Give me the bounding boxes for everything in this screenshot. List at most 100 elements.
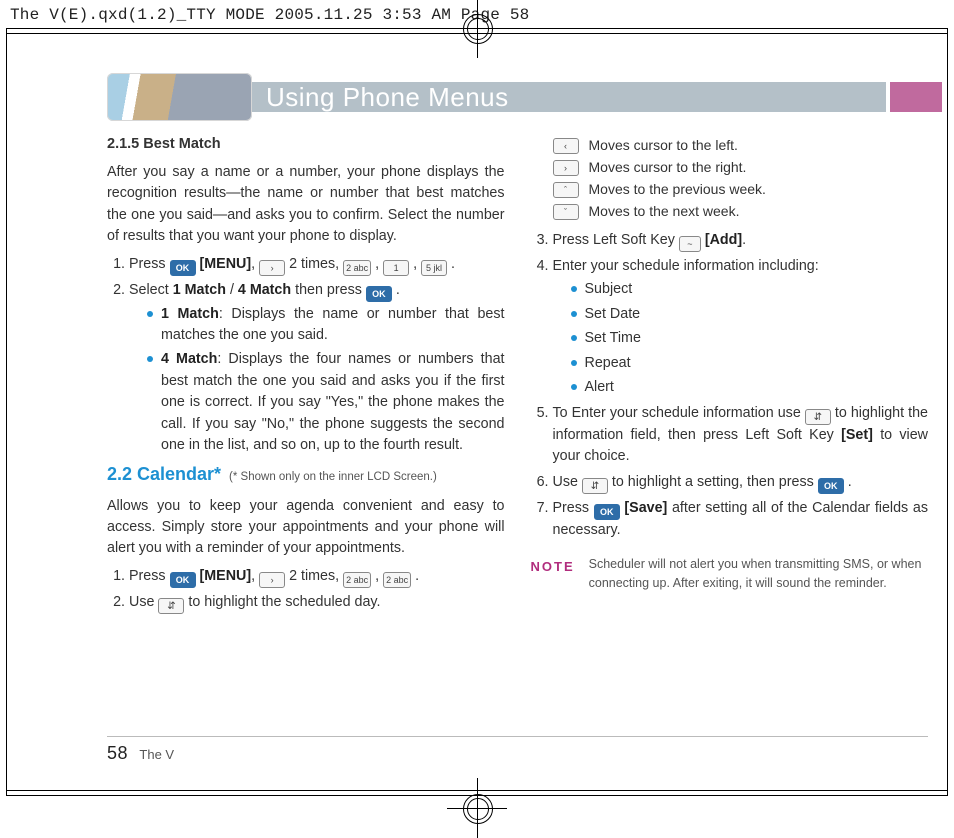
text: , [375, 568, 383, 584]
step-2: Select 1 Match / 4 Match then press OK .… [129, 280, 505, 457]
one-match-label: 1 Match [173, 282, 226, 298]
text: , [251, 568, 259, 584]
step-5: To Enter your schedule information use t… [553, 403, 929, 468]
nav-hint-left: Moves cursor to the left. [553, 135, 929, 156]
text: Use [129, 594, 158, 610]
step-3: Press Left Soft Key ~ [Add]. [553, 230, 929, 252]
text: to highlight a setting, then press [612, 474, 818, 490]
text: 2 times, [289, 256, 343, 272]
step-1: Press OK [MENU], 2 times, 2 abc , 2 abc … [129, 566, 505, 588]
nav-pad-icon [158, 598, 184, 614]
text: 2 times, [289, 568, 343, 584]
calendar-footnote: (* Shown only on the inner LCD Screen.) [229, 471, 437, 483]
text: then press [295, 282, 366, 298]
nav-hint-right: Moves cursor to the right. [553, 157, 929, 178]
nav-pad-icon [582, 478, 608, 494]
key-2-icon: 2 abc [343, 260, 371, 276]
text: . [451, 256, 455, 272]
text: . [392, 282, 400, 298]
text: . [415, 568, 419, 584]
ok-key-icon: OK [366, 286, 392, 302]
book-title: The V [139, 747, 174, 762]
text: . [742, 232, 746, 248]
list-item: 4 Match: Displays the four names or numb… [147, 349, 505, 456]
list-item: Subject [571, 279, 929, 300]
chapter-banner: Using Phone Menus [107, 72, 942, 122]
text: , [375, 256, 383, 272]
nav-right-icon [553, 160, 579, 176]
registration-mark-bottom [447, 778, 507, 838]
text: Select [129, 282, 173, 298]
manual-page: The V(E).qxd(1.2)_TTY MODE 2005.11.25 3:… [0, 0, 954, 804]
four-match-bold: 4 Match [161, 351, 217, 367]
list-item: 1 Match: Displays the name or number tha… [147, 304, 505, 347]
note-box: NOTE Scheduler will not alert you when t… [531, 555, 929, 593]
step-2: Use to highlight the scheduled day. [129, 592, 505, 614]
steps-best-match: Press OK [MENU], 2 times, 2 abc , 1 , 5 … [107, 254, 505, 457]
ok-key-icon: OK [170, 260, 196, 276]
text: Moves cursor to the right. [589, 157, 747, 178]
text: To Enter your schedule information use [553, 405, 805, 421]
step-4: Enter your schedule information includin… [553, 256, 929, 399]
text: Press [129, 568, 170, 584]
add-label: [Add] [705, 232, 742, 248]
right-column: Moves cursor to the left. Moves cursor t… [531, 134, 929, 734]
text: . [848, 474, 852, 490]
nav-up-icon [553, 182, 579, 198]
registration-mark-top [447, 0, 507, 58]
ok-key-icon: OK [594, 504, 620, 520]
text: Press [129, 256, 170, 272]
heading-best-match: 2.1.5 Best Match [107, 134, 505, 156]
text: Moves cursor to the left. [589, 135, 738, 156]
left-column: 2.1.5 Best Match After you say a name or… [107, 134, 505, 734]
text: Use [553, 474, 582, 490]
text: Press [553, 500, 594, 516]
nav-down-icon [553, 204, 579, 220]
ok-key-icon: OK [170, 572, 196, 588]
key-5-icon: 5 jkl [421, 260, 447, 276]
nav-right-icon [259, 572, 285, 588]
note-text: Scheduler will not alert you when transm… [589, 555, 928, 593]
save-label: [Save] [624, 500, 667, 516]
step-6: Use to highlight a setting, then press O… [553, 472, 929, 494]
nav-hint-up: Moves to the previous week. [553, 179, 929, 200]
calendar-heading-row: 2.2 Calendar* (* Shown only on the inner… [107, 461, 505, 488]
nav-pad-icon [805, 409, 831, 425]
content-area: 2.1.5 Best Match After you say a name or… [107, 134, 928, 734]
banner-photo [107, 73, 252, 121]
schedule-fields: Subject Set Date Set Time Repeat Alert [553, 279, 929, 398]
set-label: [Set] [841, 427, 873, 443]
banner-accent [890, 82, 942, 112]
text: Moves to the previous week. [589, 179, 766, 200]
text: , [251, 256, 259, 272]
para-calendar: Allows you to keep your agenda convenien… [107, 496, 505, 560]
steps-calendar-left: Press OK [MENU], 2 times, 2 abc , 2 abc … [107, 566, 505, 614]
list-item: Repeat [571, 353, 929, 374]
heading-calendar: 2.2 Calendar* [107, 464, 221, 484]
nav-right-icon [259, 260, 285, 276]
menu-label: [MENU] [200, 568, 252, 584]
nav-hint-down: Moves to the next week. [553, 201, 929, 222]
page-footer: 58 The V [107, 736, 928, 764]
list-item: Set Date [571, 304, 929, 325]
key-2-icon: 2 abc [383, 572, 411, 588]
chapter-title: Using Phone Menus [266, 82, 509, 113]
note-label: NOTE [531, 555, 575, 577]
one-match-bold: 1 Match [161, 306, 219, 322]
key-2-icon: 2 abc [343, 572, 371, 588]
match-options: 1 Match: Displays the name or number tha… [129, 304, 505, 457]
step-1: Press OK [MENU], 2 times, 2 abc , 1 , 5 … [129, 254, 505, 276]
key-1-icon: 1 [383, 260, 409, 276]
left-soft-key-icon: ~ [679, 236, 701, 252]
text: / [230, 282, 238, 298]
ok-key-icon: OK [818, 478, 844, 494]
page-number: 58 [107, 743, 128, 763]
text: Enter your schedule information includin… [553, 258, 819, 274]
menu-label: [MENU] [200, 256, 252, 272]
steps-calendar-right: Press Left Soft Key ~ [Add]. Enter your … [531, 230, 929, 541]
list-item: Set Time [571, 328, 929, 349]
text: Press Left Soft Key [553, 232, 679, 248]
para-best-match: After you say a name or a number, your p… [107, 162, 505, 248]
list-item: Alert [571, 377, 929, 398]
four-match-label: 4 Match [238, 282, 291, 298]
